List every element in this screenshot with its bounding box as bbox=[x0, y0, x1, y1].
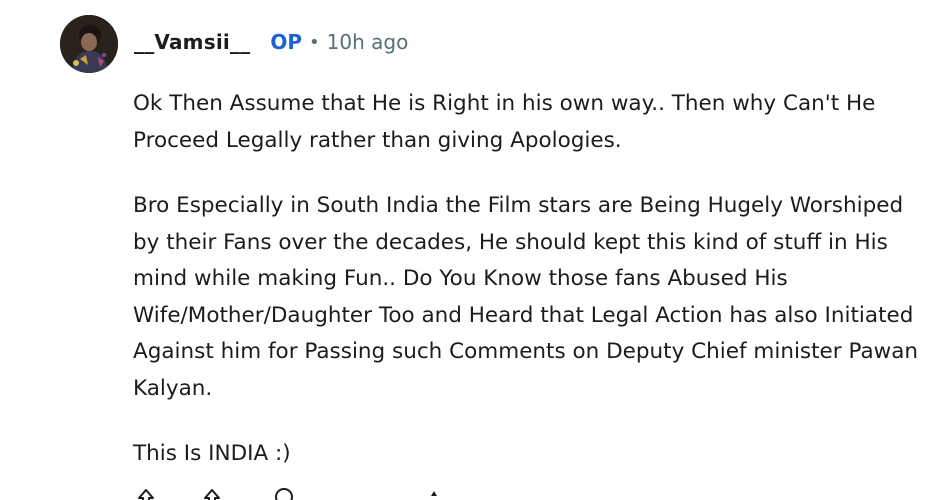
op-badge: OP bbox=[270, 30, 303, 54]
more-icon[interactable] bbox=[423, 486, 445, 500]
timestamp[interactable]: 10h ago bbox=[327, 30, 409, 54]
downvote-icon[interactable] bbox=[201, 486, 223, 500]
comment-body: Ok Then Assume that He is Right in his o… bbox=[133, 86, 923, 500]
upvote-icon[interactable] bbox=[135, 486, 157, 500]
comment-paragraph: This Is INDIA :) bbox=[133, 441, 291, 466]
username-link[interactable]: __Vamsii__ bbox=[134, 30, 250, 54]
avatar[interactable] bbox=[60, 15, 118, 73]
comment-actions bbox=[133, 486, 533, 500]
comment-paragraph: Ok Then Assume that He is Right in his o… bbox=[133, 91, 876, 153]
separator-dot: • bbox=[309, 31, 320, 53]
comment: __Vamsii__ OP • 10h ago Ok Then Assume t… bbox=[0, 0, 945, 500]
reply-icon[interactable] bbox=[273, 486, 295, 500]
comment-paragraph: Bro Especially in South India the Film s… bbox=[133, 193, 919, 401]
comment-meta: __Vamsii__ OP • 10h ago bbox=[134, 27, 408, 57]
avatar-image bbox=[60, 15, 118, 73]
